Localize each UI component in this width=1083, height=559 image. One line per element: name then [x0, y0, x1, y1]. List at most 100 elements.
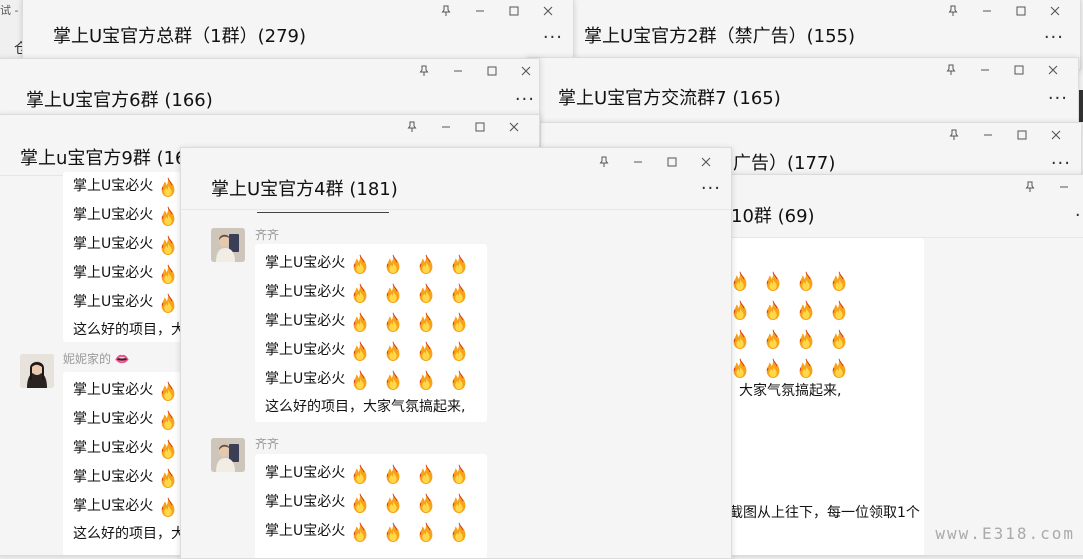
pin-icon[interactable] [934, 60, 968, 80]
more-options-icon[interactable]: ··· [1048, 88, 1068, 109]
message-line: 掌上U宝必火 [265, 365, 487, 394]
fire-icon [415, 521, 437, 543]
fire-icon [795, 328, 817, 350]
close-icon[interactable] [1038, 1, 1072, 21]
minimize-icon[interactable] [441, 61, 475, 81]
close-icon[interactable] [1036, 60, 1070, 80]
more-options-icon[interactable]: ··· [1051, 153, 1071, 174]
fire-icon [157, 292, 179, 314]
fire-icon [415, 311, 437, 333]
message-text: 掌上U宝必火 [73, 411, 154, 427]
more-options-icon[interactable]: ··· [1075, 205, 1083, 226]
fire-icon [382, 492, 404, 514]
maximize-icon[interactable] [1002, 60, 1036, 80]
avatar[interactable] [211, 438, 245, 472]
minimize-icon[interactable] [429, 117, 463, 137]
fire-icon [157, 176, 179, 198]
close-icon[interactable] [1039, 125, 1073, 145]
window-controls [1013, 177, 1081, 197]
window-controls [936, 1, 1072, 21]
message-text: 掌上U宝必火 [265, 465, 346, 481]
message-text: 掌上U宝必火 [265, 494, 346, 510]
more-options-icon[interactable]: ··· [543, 27, 563, 48]
pin-icon[interactable] [407, 61, 441, 81]
fire-icon [795, 270, 817, 292]
maximize-icon[interactable] [475, 61, 509, 81]
fire-icon [349, 521, 371, 543]
pin-icon[interactable] [937, 125, 971, 145]
more-options-icon[interactable]: ··· [515, 89, 535, 110]
close-icon[interactable] [689, 152, 723, 172]
fire-icon [415, 340, 437, 362]
pin-icon[interactable] [1013, 177, 1047, 197]
chat-window-group4[interactable]: 掌上U宝官方4群 (181) ··· 齐齐 掌上U宝必火 掌上U宝必火 掌上U宝… [180, 147, 732, 559]
message-text: 掌上U宝必火 [73, 498, 154, 514]
fire-icon [157, 380, 179, 402]
fire-icon [828, 357, 850, 379]
message-text: 掌上U宝必火 [265, 284, 346, 300]
message-bubble: 大家气氛搞起来, 截图从上往下，每一位领取1个 [711, 238, 924, 555]
fire-icon [448, 311, 470, 333]
fire-icon [448, 253, 470, 275]
message-text: 掌上U宝必火 [73, 236, 154, 252]
minimize-icon[interactable] [971, 125, 1005, 145]
close-icon[interactable] [509, 61, 540, 81]
close-icon[interactable] [531, 1, 565, 21]
close-icon[interactable] [497, 117, 531, 137]
message-text: 这么好的项目，大 [73, 526, 185, 542]
message-text: 大家气氛搞起来, [739, 383, 842, 399]
avatar[interactable] [20, 354, 54, 388]
fire-icon [349, 492, 371, 514]
minimize-icon[interactable] [1047, 177, 1081, 197]
divider-line [257, 212, 389, 213]
fire-icon [157, 467, 179, 489]
minimize-icon[interactable] [621, 152, 655, 172]
fire-icon [382, 282, 404, 304]
fire-icon [382, 340, 404, 362]
window-controls [429, 1, 565, 21]
chat-window-group7[interactable]: 掌上U宝官方交流群7 (165) ··· [527, 57, 1079, 129]
avatar[interactable] [211, 228, 245, 262]
window-controls [934, 60, 1070, 80]
pin-icon[interactable] [429, 1, 463, 21]
pin-icon[interactable] [936, 1, 970, 21]
fire-icon [795, 357, 817, 379]
maximize-icon[interactable] [1004, 1, 1038, 21]
maximize-icon[interactable] [1005, 125, 1039, 145]
message-line: 掌上U宝必火 [265, 249, 487, 278]
fire-icon [828, 328, 850, 350]
fire-icon [729, 328, 751, 350]
sender-name: 妮妮家的 👄 [63, 352, 130, 366]
message-line: 掌上U宝必火 [265, 278, 487, 307]
maximize-icon[interactable] [655, 152, 689, 172]
fire-icon [382, 463, 404, 485]
message-text: 掌上U宝必火 [265, 523, 346, 539]
maximize-icon[interactable] [497, 1, 531, 21]
message-text: 掌上U宝必火 [265, 371, 346, 387]
minimize-icon[interactable] [463, 1, 497, 21]
fire-icon [448, 369, 470, 391]
more-options-icon[interactable]: ··· [1044, 27, 1064, 48]
fire-icon [349, 311, 371, 333]
sender-name: 齐齐 [255, 228, 280, 242]
fire-icon [448, 521, 470, 543]
fire-icon [349, 282, 371, 304]
pin-icon[interactable] [587, 152, 621, 172]
fire-icon [382, 253, 404, 275]
pin-icon[interactable] [395, 117, 429, 137]
minimize-icon[interactable] [970, 1, 1004, 21]
message-text: 掌上U宝必火 [73, 440, 154, 456]
fire-icon [448, 492, 470, 514]
maximize-icon[interactable] [463, 117, 497, 137]
message-line: 这么好的项目，大家气氛搞起来, [265, 394, 487, 420]
more-options-icon[interactable]: ··· [701, 178, 721, 199]
message-text: 这么好的项目，大家气氛搞起来, [265, 399, 466, 415]
watermark: www.E318.com [935, 524, 1075, 543]
window-controls [587, 152, 723, 172]
fire-icon [762, 328, 784, 350]
message-line: 掌上U宝必火 [265, 459, 487, 488]
minimize-icon[interactable] [968, 60, 1002, 80]
window-title: 掌上U宝官方总群（1群）(279) [53, 26, 307, 47]
fire-icon [828, 270, 850, 292]
fire-icon [157, 409, 179, 431]
